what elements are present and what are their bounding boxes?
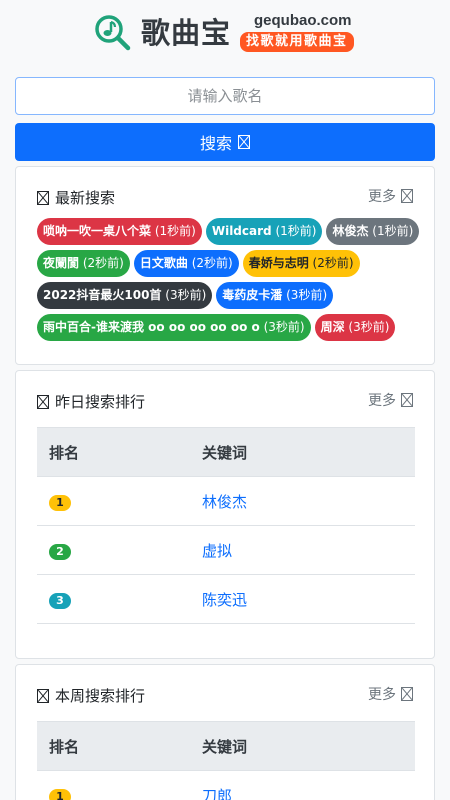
yesterday-more-link[interactable]: 更多 bbox=[368, 390, 413, 410]
music-search-logo-icon[interactable] bbox=[94, 14, 132, 52]
week-ranking-card: 本周搜索排行 更多 排名 关键词 1 刀郎 bbox=[15, 664, 435, 800]
yesterday-ranking-card: 昨日搜索排行 更多 排名 关键词 1 林俊杰 2 虚拟 3 陈奕迅 bbox=[15, 370, 435, 659]
search-tag[interactable]: 唢呐一吹一桌八个菜 (1秒前) bbox=[37, 218, 202, 245]
yesterday-more-label: 更多 bbox=[368, 393, 396, 409]
week-more-label: 更多 bbox=[368, 687, 396, 703]
latest-searches-title-text: 最新搜索 bbox=[55, 189, 116, 207]
site-slogan: 找歌就用歌曲宝 bbox=[240, 32, 354, 52]
tag-row: 雨中百合-谁来渡我 oo oo oo oo oo o (3秒前) 周深 (3秒前… bbox=[37, 314, 417, 341]
rank-badge: 3 bbox=[49, 593, 71, 609]
table-row: 2 虚拟 bbox=[37, 526, 415, 575]
table-row: 1 刀郎 bbox=[37, 771, 415, 800]
week-ranking-title-text: 本周搜索排行 bbox=[55, 687, 146, 705]
arrow-right-icon bbox=[401, 393, 413, 407]
search-button-label: 搜索 bbox=[199, 134, 232, 153]
rank-badge: 1 bbox=[49, 495, 71, 511]
keyword-link[interactable]: 虚拟 bbox=[202, 540, 232, 561]
search-tag[interactable]: 春娇与志明 (2秒前) bbox=[242, 250, 360, 277]
search-tag[interactable]: 周深 (3秒前) bbox=[314, 314, 396, 341]
week-ranking-table: 排名 关键词 1 刀郎 bbox=[37, 721, 415, 800]
trophy-icon bbox=[37, 688, 49, 703]
search-tag[interactable]: 夜闌閬 (2秒前) bbox=[37, 250, 130, 277]
yesterday-ranking-title: 昨日搜索排行 bbox=[37, 391, 145, 412]
arrow-right-icon bbox=[401, 189, 413, 203]
search-tag[interactable]: 林俊杰 (1秒前) bbox=[326, 218, 420, 245]
keyword-link[interactable]: 林俊杰 bbox=[202, 491, 247, 512]
table-header: 排名 关键词 bbox=[37, 721, 415, 771]
search-tag[interactable]: 毒药皮卡潘 (3秒前) bbox=[216, 282, 334, 309]
rank-column-header: 排名 bbox=[49, 737, 80, 756]
tag-row: 唢呐一吹一桌八个菜 (1秒前) Wildcard (1秒前) 林俊杰 (1秒前) bbox=[37, 218, 420, 245]
tag-row: 2022抖音最火100首 (3秒前) 毒药皮卡潘 (3秒前) bbox=[37, 282, 417, 309]
latest-more-label: 更多 bbox=[368, 189, 396, 205]
tag-row: 夜闌閬 (2秒前) 日文歌曲 (2秒前) 春娇与志明 (2秒前) bbox=[37, 250, 417, 277]
search-input[interactable] bbox=[15, 77, 435, 115]
latest-searches-title: 最新搜索 bbox=[37, 187, 115, 208]
arrow-right-icon bbox=[401, 687, 413, 701]
keyword-link[interactable]: 陈奕迅 bbox=[202, 589, 247, 610]
yesterday-ranking-title-text: 昨日搜索排行 bbox=[55, 393, 146, 411]
rank-badge: 1 bbox=[49, 789, 71, 800]
rank-cell: 1 bbox=[37, 491, 202, 511]
table-row: 1 林俊杰 bbox=[37, 477, 415, 526]
keyword-column-header: 关键词 bbox=[202, 443, 248, 462]
site-domain: gequbao.com bbox=[254, 12, 352, 29]
latest-more-link[interactable]: 更多 bbox=[368, 186, 413, 206]
rank-column-header: 排名 bbox=[49, 443, 80, 462]
rank-badge: 2 bbox=[49, 544, 71, 560]
site-logo-text[interactable]: 歌曲宝 bbox=[141, 14, 231, 52]
rank-cell: 3 bbox=[37, 589, 202, 609]
search-tag[interactable]: 2022抖音最火100首 (3秒前) bbox=[37, 282, 213, 309]
search-icon bbox=[238, 135, 250, 149]
yesterday-ranking-table: 排名 关键词 1 林俊杰 2 虚拟 3 陈奕迅 bbox=[37, 427, 415, 624]
search-tag[interactable]: 雨中百合-谁来渡我 oo oo oo oo oo o (3秒前) bbox=[37, 314, 311, 341]
clock-icon bbox=[37, 190, 49, 205]
rank-cell: 2 bbox=[37, 540, 202, 560]
week-ranking-title: 本周搜索排行 bbox=[37, 685, 145, 706]
latest-searches-card: 最新搜索 更多 唢呐一吹一桌八个菜 (1秒前) Wildcard (1秒前) 林… bbox=[15, 166, 435, 365]
trophy-icon bbox=[37, 394, 49, 409]
search-tag[interactable]: Wildcard (1秒前) bbox=[205, 218, 323, 245]
latest-tag-list: 唢呐一吹一桌八个菜 (1秒前) Wildcard (1秒前) 林俊杰 (1秒前)… bbox=[37, 218, 420, 346]
table-row: 3 陈奕迅 bbox=[37, 575, 415, 624]
rank-cell: 1 bbox=[37, 785, 202, 800]
keyword-link[interactable]: 刀郎 bbox=[202, 785, 232, 800]
keyword-column-header: 关键词 bbox=[202, 737, 248, 756]
site-header: 歌曲宝 gequbao.com 找歌就用歌曲宝 bbox=[0, 0, 450, 72]
search-tag[interactable]: 日文歌曲 (2秒前) bbox=[133, 250, 239, 277]
week-more-link[interactable]: 更多 bbox=[368, 684, 413, 704]
search-button[interactable]: 搜索 bbox=[15, 123, 435, 161]
table-header: 排名 关键词 bbox=[37, 427, 415, 477]
